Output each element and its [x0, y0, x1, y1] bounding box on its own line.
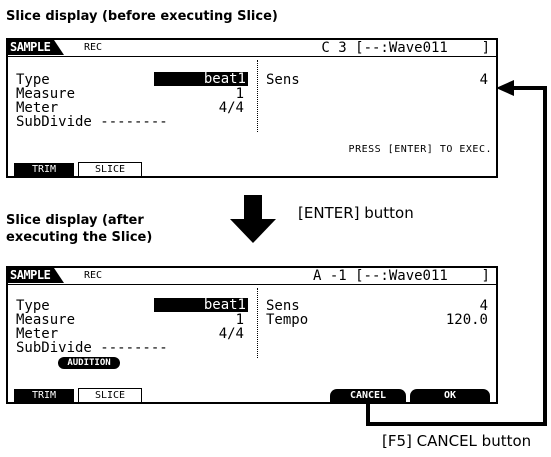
- connector-lines: [366, 80, 547, 426]
- arrow-left-icon: [496, 80, 514, 96]
- cancel-button-note: [F5] CANCEL button: [382, 432, 532, 450]
